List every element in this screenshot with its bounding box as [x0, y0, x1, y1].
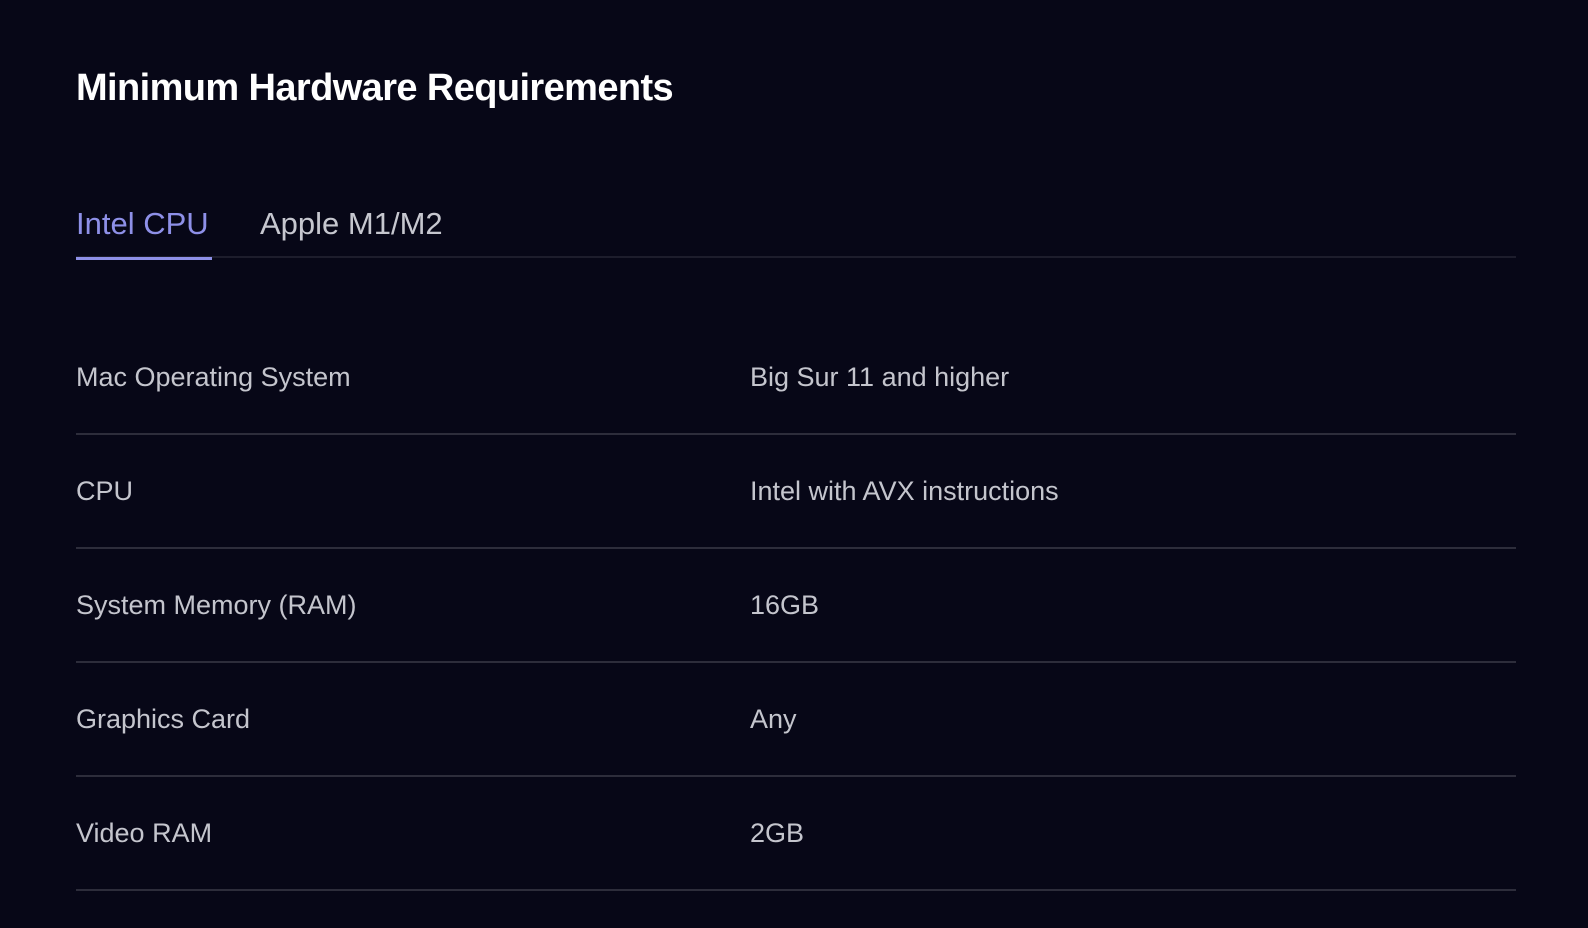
row-value: 16GB [750, 590, 820, 620]
table-row: CPU Intel with AVX instructions [76, 435, 1516, 549]
row-label: Mac Operating System [76, 362, 351, 392]
row-value: Any [750, 704, 797, 734]
row-label: Graphics Card [76, 704, 251, 734]
tab-apple-m1-m2[interactable]: Apple M1/M2 [260, 190, 460, 258]
section-title: Minimum Hardware Requirements [76, 67, 674, 109]
table-row: Mac Operating System Big Sur 11 and high… [76, 321, 1516, 435]
table-row: Video RAM 2GB [76, 777, 1516, 891]
table-row: System Memory (RAM) 16GB [76, 549, 1516, 663]
row-value: Big Sur 11 and higher [750, 362, 1010, 392]
row-label: System Memory (RAM) [76, 590, 357, 620]
platform-tabs: Intel CPU Apple M1/M2 [76, 190, 1516, 260]
hardware-requirements-section: Minimum Hardware Requirements Intel CPU … [0, 0, 1588, 928]
tab-intel-cpu[interactable]: Intel CPU [76, 190, 212, 260]
row-label: CPU [76, 476, 134, 506]
table-row: Graphics Card Any [76, 663, 1516, 777]
requirements-table: Mac Operating System Big Sur 11 and high… [76, 321, 1516, 891]
row-value: Intel with AVX instructions [750, 476, 1059, 506]
row-value: 2GB [750, 818, 805, 848]
row-label: Video RAM [76, 818, 213, 848]
